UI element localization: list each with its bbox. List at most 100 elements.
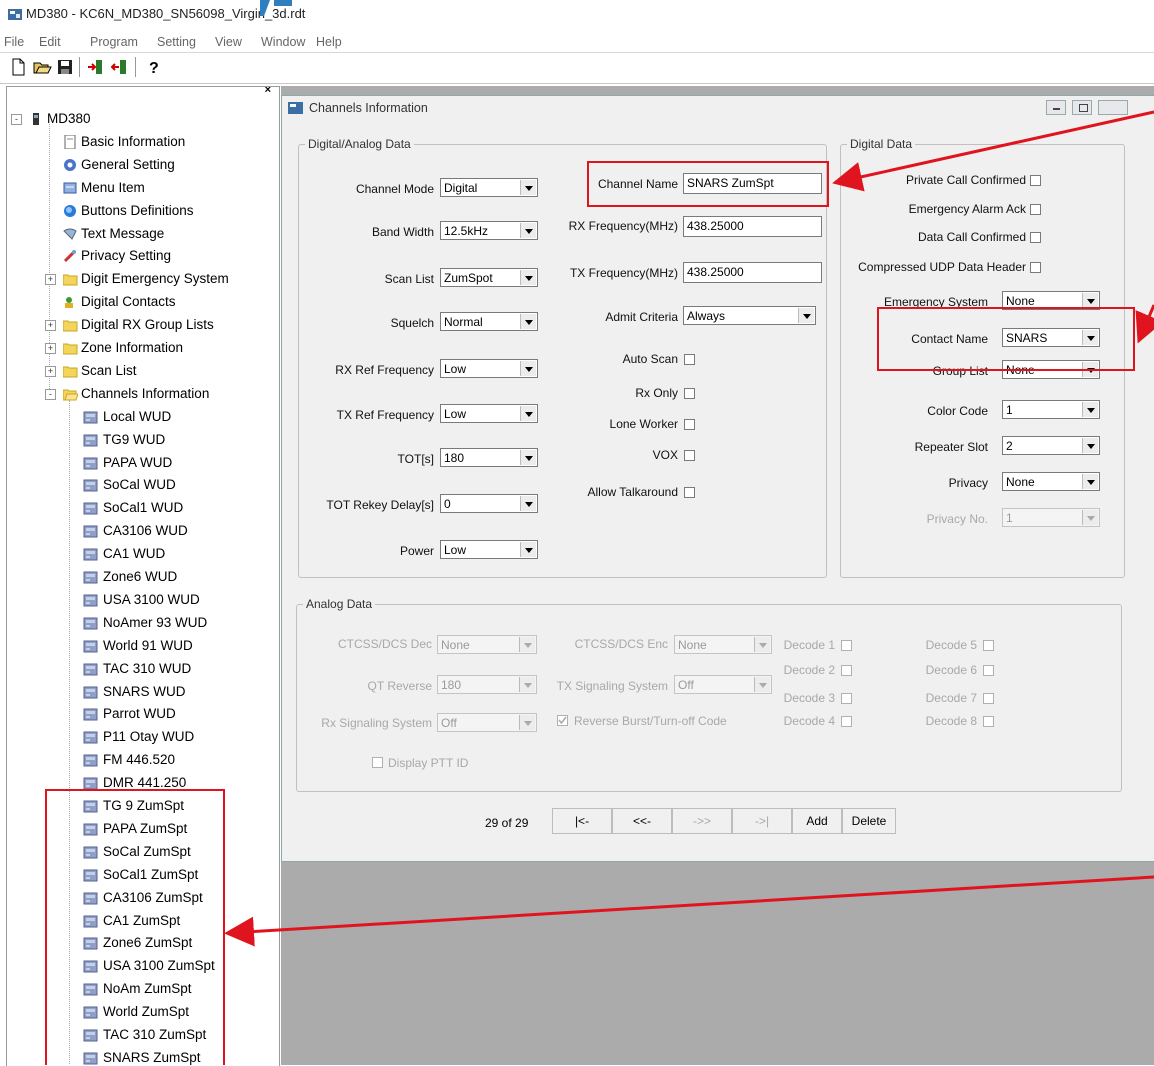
chevron-down-icon <box>1082 438 1098 453</box>
ctcss-dec-select[interactable]: None <box>437 635 537 654</box>
next-record-button[interactable]: ->> <box>672 808 732 834</box>
help-icon[interactable]: ? <box>143 57 163 77</box>
band-width-select[interactable]: 12.5kHz <box>440 221 538 240</box>
rx-signaling-select[interactable]: Off <box>437 713 537 732</box>
channel-icon <box>83 708 98 721</box>
close-pane-icon[interactable]: × <box>265 87 271 96</box>
reverse-burst-checkbox[interactable] <box>557 715 568 726</box>
minimize-button[interactable] <box>1046 100 1066 115</box>
private-call-confirmed-label: Private Call Confirmed <box>905 173 1026 187</box>
allow-talkaround-checkbox[interactable] <box>684 487 695 498</box>
channel-mode-select[interactable]: Digital <box>440 178 538 197</box>
menu-file[interactable]: File <box>4 35 24 49</box>
privacy-no-select[interactable]: 1 <box>1002 508 1100 527</box>
qt-reverse-label: QT Reverse <box>367 679 432 693</box>
collapse-icon[interactable]: - <box>11 114 22 125</box>
chevron-down-icon <box>519 677 535 692</box>
tx-frequency-field[interactable]: 438.25000 <box>683 262 822 283</box>
tx-frequency-label: TX Frequency(MHz) <box>569 266 678 280</box>
record-counter: 29 of 29 <box>485 816 529 830</box>
rx-only-checkbox[interactable] <box>684 388 695 399</box>
close-button[interactable] <box>1098 100 1128 115</box>
expand-icon[interactable]: + <box>45 274 56 286</box>
expand-icon[interactable]: + <box>45 343 56 354</box>
compressed-udp-checkbox[interactable] <box>1030 262 1041 273</box>
tree-item-label: General Setting <box>81 156 175 172</box>
private-call-confirmed-checkbox[interactable] <box>1030 175 1041 186</box>
decode-8-label: Decode 8 <box>925 714 977 728</box>
menu-window[interactable]: Window <box>261 35 305 49</box>
tx-signaling-select[interactable]: Off <box>674 675 772 694</box>
menu-help[interactable]: Help <box>316 35 342 49</box>
tot-rekey-delay-s-select[interactable]: 0 <box>440 494 538 513</box>
delete-button[interactable]: Delete <box>842 808 896 834</box>
new-icon[interactable] <box>8 57 28 77</box>
decode-7-checkbox[interactable] <box>983 693 994 704</box>
save-icon[interactable] <box>55 57 75 77</box>
decode-2-checkbox[interactable] <box>841 665 852 676</box>
channel-icon <box>83 525 98 538</box>
ctcss-enc-select[interactable]: None <box>674 635 772 654</box>
last-record-button[interactable]: ->| <box>732 808 792 834</box>
restore-button[interactable] <box>1072 100 1092 115</box>
read-radio-icon[interactable] <box>86 57 106 77</box>
tree-item-label: Zone Information <box>81 340 184 355</box>
menu-view[interactable]: View <box>215 35 242 49</box>
write-radio-icon[interactable] <box>110 57 130 77</box>
vox-checkbox[interactable] <box>684 450 695 461</box>
tx-ref-frequency-select[interactable]: Low <box>440 404 538 423</box>
qt-reverse-select[interactable]: 180 <box>437 675 537 694</box>
rx-ref-frequency-select[interactable]: Low <box>440 359 538 378</box>
power-select[interactable]: Low <box>440 540 538 559</box>
channel-item-label: Zone6 WUD <box>103 569 178 584</box>
tree-item-label: Menu Item <box>81 179 145 195</box>
channel-icon <box>83 434 98 447</box>
prev-record-button[interactable]: <<- <box>612 808 672 834</box>
display-ptt-id-checkbox[interactable] <box>372 757 383 768</box>
privacy-select[interactable]: None <box>1002 472 1100 491</box>
decode-3-checkbox[interactable] <box>841 693 852 704</box>
repeater-slot-label: Repeater Slot <box>914 440 988 454</box>
menu-setting[interactable]: Setting <box>157 35 196 49</box>
chevron-down-icon <box>520 496 536 511</box>
decode-5-checkbox[interactable] <box>983 640 994 651</box>
data-call-confirmed-checkbox[interactable] <box>1030 232 1041 243</box>
scan-list-select[interactable]: ZumSpot <box>440 268 538 287</box>
tree-item-label: Digit Emergency System <box>81 271 229 287</box>
decode-4-checkbox[interactable] <box>841 716 852 727</box>
tx-ref-frequency-label: TX Ref Frequency <box>336 408 434 422</box>
decode-6-checkbox[interactable] <box>983 665 994 676</box>
expand-icon[interactable]: + <box>45 320 56 332</box>
admit-criteria-select[interactable]: Always <box>683 306 816 325</box>
add-button[interactable]: Add <box>792 808 842 834</box>
chevron-down-icon <box>520 270 536 285</box>
contacts-icon <box>65 297 73 309</box>
expand-icon[interactable]: + <box>45 365 56 377</box>
decode-8-checkbox[interactable] <box>983 716 994 727</box>
window-icon <box>288 102 303 114</box>
channel-item-label: Parrot WUD <box>103 706 176 722</box>
tree-item-label: Scan List <box>81 362 137 378</box>
menu-program[interactable]: Program <box>90 35 138 49</box>
open-icon[interactable] <box>32 57 52 77</box>
tot-s-select[interactable]: 180 <box>440 448 538 467</box>
app-icon <box>8 9 22 20</box>
rx-frequency-field[interactable]: 438.25000 <box>683 216 822 237</box>
channel-item-label: SoCal WUD <box>103 477 176 493</box>
chevron-down-icon <box>519 715 535 730</box>
rx-frequency-label: RX Frequency(MHz) <box>568 219 678 233</box>
folder-icon <box>63 320 78 332</box>
decode-1-checkbox[interactable] <box>841 640 852 651</box>
lone-worker-checkbox[interactable] <box>684 419 695 430</box>
menu-edit[interactable]: Edit <box>39 35 61 49</box>
chevron-down-icon <box>1082 474 1098 489</box>
decode-5-label: Decode 5 <box>925 638 977 652</box>
first-record-button[interactable]: |<- <box>552 808 612 834</box>
auto-scan-checkbox[interactable] <box>684 354 695 365</box>
collapse-icon[interactable]: - <box>45 388 56 400</box>
repeater-slot-select[interactable]: 2 <box>1002 436 1100 455</box>
emergency-alarm-ack-checkbox[interactable] <box>1030 204 1041 215</box>
compressed-udp-label: Compressed UDP Data Header <box>858 260 1026 274</box>
color-code-select[interactable]: 1 <box>1002 400 1100 419</box>
squelch-select[interactable]: Normal <box>440 312 538 331</box>
